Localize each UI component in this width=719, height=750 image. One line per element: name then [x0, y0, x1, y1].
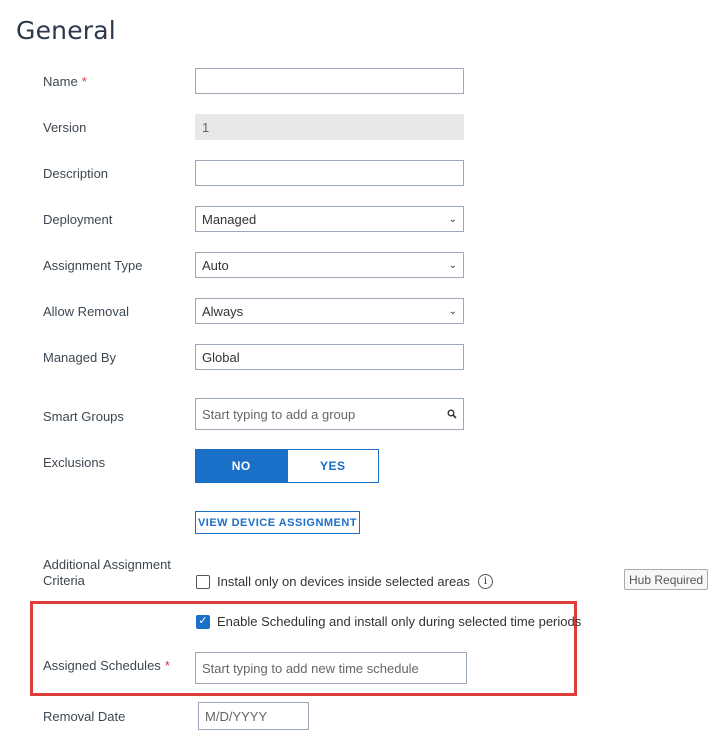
removal-date-input[interactable]: M/D/YYYY — [198, 702, 309, 730]
deployment-value: Managed — [202, 211, 257, 227]
assigned-schedules-label-text: Assigned Schedules — [43, 658, 161, 673]
name-input[interactable] — [195, 68, 464, 94]
chevron-down-icon: ⌄ — [448, 213, 457, 225]
smart-groups-placeholder: Start typing to add a group — [202, 406, 356, 422]
install-areas-row: Install only on devices inside selected … — [196, 574, 493, 589]
install-areas-label: Install only on devices inside selected … — [217, 574, 470, 589]
scheduling-checkbox[interactable]: ✓ — [196, 614, 210, 629]
deployment-select[interactable]: Managed ⌄ — [195, 206, 464, 232]
deployment-label: Deployment — [43, 212, 113, 227]
additional-criteria-label-line1: Additional Assignment — [43, 557, 171, 572]
allow-removal-select[interactable]: Always ⌄ — [195, 298, 464, 324]
description-label: Description — [43, 166, 109, 181]
allow-removal-value: Always — [202, 303, 244, 319]
page-title: General — [16, 16, 116, 45]
hub-required-badge: Hub Required — [624, 569, 709, 590]
managed-by-value: Global — [202, 349, 240, 365]
assignment-type-select[interactable]: Auto ⌄ — [195, 252, 464, 278]
version-value: 1 — [202, 119, 210, 135]
assigned-schedules-label: Assigned Schedules * — [43, 658, 170, 673]
assigned-schedules-placeholder: Start typing to add new time schedule — [202, 660, 419, 676]
install-areas-checkbox[interactable] — [196, 574, 210, 589]
assignment-type-value: Auto — [202, 257, 229, 273]
removal-date-label: Removal Date — [43, 709, 126, 724]
chevron-down-icon: ⌄ — [448, 259, 457, 271]
search-icon — [447, 409, 457, 419]
info-icon[interactable]: i — [477, 574, 493, 589]
required-marker: * — [81, 74, 87, 89]
required-marker: * — [164, 658, 170, 673]
scheduling-row: ✓ Enable Scheduling and install only dur… — [196, 614, 581, 629]
description-input[interactable] — [195, 160, 464, 186]
name-label-text: Name — [43, 74, 78, 89]
removal-date-placeholder: M/D/YYYY — [205, 708, 268, 724]
version-label: Version — [43, 120, 87, 135]
allow-removal-label: Allow Removal — [43, 304, 129, 319]
additional-criteria-label-line2: Criteria — [43, 573, 85, 588]
smart-groups-input[interactable]: Start typing to add a group — [195, 398, 464, 430]
exclusions-yes-button[interactable]: YES — [287, 449, 379, 483]
managed-by-input[interactable]: Global — [195, 344, 464, 370]
scheduling-label: Enable Scheduling and install only durin… — [217, 614, 582, 629]
smart-groups-label: Smart Groups — [43, 409, 124, 424]
managed-by-label: Managed By — [43, 350, 116, 365]
view-device-assignment-button[interactable]: VIEW DEVICE ASSIGNMENT — [195, 511, 360, 534]
version-input: 1 — [195, 114, 464, 140]
exclusions-no-button[interactable]: NO — [195, 449, 288, 483]
assigned-schedules-input[interactable]: Start typing to add new time schedule — [195, 652, 467, 684]
assignment-type-label: Assignment Type — [43, 258, 143, 273]
name-label: Name * — [43, 74, 87, 89]
exclusions-label: Exclusions — [43, 455, 106, 470]
exclusions-toggle: NO YES — [195, 449, 379, 483]
chevron-down-icon: ⌄ — [448, 305, 457, 317]
additional-criteria-label: Additional Assignment Criteria — [43, 557, 171, 589]
